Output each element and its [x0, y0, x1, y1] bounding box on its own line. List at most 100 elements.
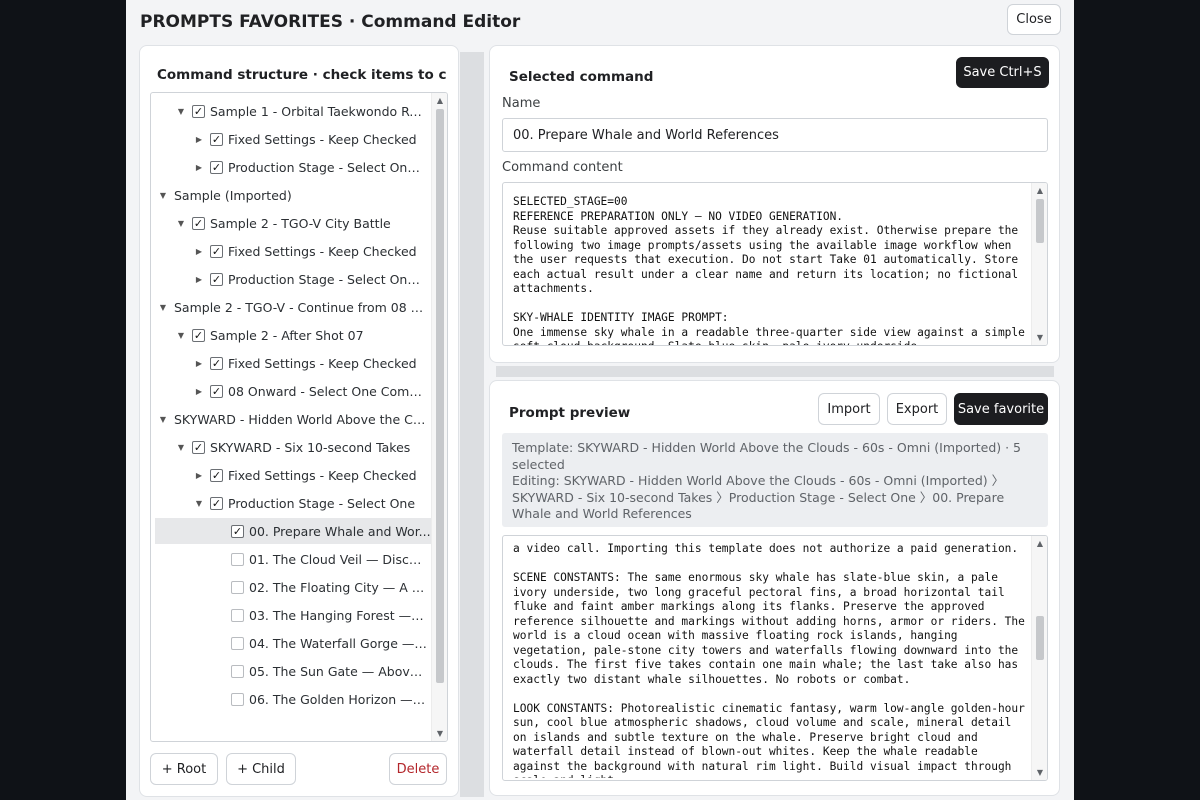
prompt-preview-text[interactable]: a video call. Importing this template do…	[513, 542, 1027, 778]
horizontal-splitter[interactable]	[496, 366, 1054, 377]
tree-item[interactable]: ▼ ✓ SKYWARD - Six 10-second Takes	[151, 434, 427, 460]
tree-item[interactable]: ▶ ✓ Production Stage - Select One,...	[151, 154, 427, 180]
tree-item-checkbox[interactable]: ✓	[210, 132, 223, 146]
tree-item[interactable]: 05. The Sun Gate — Above...	[151, 658, 427, 684]
import-button[interactable]: Import	[818, 393, 880, 425]
tree-item[interactable]: 06. The Golden Horizon — ...	[151, 686, 427, 712]
scroll-down-icon[interactable]: ▼	[1035, 768, 1045, 777]
caret-right-icon[interactable]: ▶	[194, 246, 204, 256]
template-info: Template: SKYWARD - Hidden World Above t…	[502, 433, 1048, 527]
caret-right-icon[interactable]: ▶	[194, 358, 204, 368]
selected-command-title: Selected command	[509, 69, 654, 85]
prompt-preview-scrollbar[interactable]: ▲ ▼	[1031, 536, 1047, 780]
prompt-preview-scroll-thumb[interactable]	[1036, 616, 1044, 660]
tree-item-checkbox[interactable]	[231, 608, 244, 622]
tree-item[interactable]: 01. The Cloud Veil — Disco...	[151, 546, 427, 572]
scroll-up-icon[interactable]: ▲	[435, 96, 445, 105]
tree-item-label: SKYWARD - Hidden World Above the Cl...	[174, 411, 427, 427]
tree-item-label: Fixed Settings - Keep Checked	[228, 243, 417, 259]
caret-right-icon[interactable]: ▶	[194, 162, 204, 172]
prompt-preview-editor[interactable]: a video call. Importing this template do…	[502, 535, 1048, 781]
tree-item[interactable]: 04. The Waterfall Gorge — ...	[151, 630, 427, 656]
tree-item[interactable]: ▶ ✓ Fixed Settings - Keep Checked	[151, 238, 427, 264]
tree-item[interactable]: ✓ 00. Prepare Whale and Wor...	[155, 518, 431, 544]
caret-down-icon[interactable]: ▼	[194, 498, 204, 508]
tree-item[interactable]: ▶ ✓ Production Stage - Select One,...	[151, 266, 427, 292]
delete-button[interactable]: Delete	[389, 753, 447, 785]
tree-item[interactable]: ▼ ✓ Sample 1 - Orbital Taekwondo Ro...	[151, 98, 427, 124]
tree-item[interactable]: ▼ SKYWARD - Hidden World Above the Cl...	[151, 406, 427, 432]
caret-down-icon[interactable]: ▼	[176, 218, 186, 228]
caret-right-icon[interactable]: ▶	[194, 274, 204, 284]
tree-item[interactable]: ▶ ✓ Fixed Settings - Keep Checked	[151, 126, 427, 152]
tree-item-checkbox[interactable]: ✓	[210, 272, 223, 286]
command-structure-title: Command structure · check items to combi…	[157, 67, 447, 83]
save-favorite-button[interactable]: Save favorite	[954, 393, 1048, 425]
add-root-button[interactable]: + Root	[150, 753, 218, 785]
tree-item[interactable]: ▼ ✓ Sample 2 - After Shot 07	[151, 322, 427, 348]
tree-item-checkbox[interactable]: ✓	[192, 104, 205, 118]
name-input[interactable]: 00. Prepare Whale and World References	[502, 118, 1048, 152]
tree-item-checkbox[interactable]	[231, 636, 244, 650]
tree-item[interactable]: ▼ Sample (Imported)	[151, 182, 427, 208]
vertical-splitter[interactable]	[460, 52, 484, 797]
tree-item-checkbox[interactable]	[231, 692, 244, 706]
caret-down-icon[interactable]: ▼	[176, 442, 186, 452]
tree-item-checkbox[interactable]	[231, 664, 244, 678]
tree-item[interactable]: ▼ ✓ Sample 2 - TGO-V City Battle	[151, 210, 427, 236]
command-content-scrollbar[interactable]: ▲ ▼	[1031, 183, 1047, 345]
tree-item[interactable]: 03. The Hanging Forest — ...	[151, 602, 427, 628]
tree-item-label: 05. The Sun Gate — Above...	[249, 663, 427, 679]
dialog-title: PROMPTS FAVORITES · Command Editor	[140, 12, 521, 32]
tree-item-checkbox[interactable]: ✓	[210, 384, 223, 398]
tree-item[interactable]: ▶ ✓ Fixed Settings - Keep Checked	[151, 462, 427, 488]
scroll-up-icon[interactable]: ▲	[1035, 539, 1045, 548]
tree-item-checkbox[interactable]: ✓	[210, 496, 223, 510]
tree-item[interactable]: 02. The Floating City — A P...	[151, 574, 427, 600]
tree-item-checkbox[interactable]: ✓	[192, 328, 205, 342]
command-editor-dialog: PROMPTS FAVORITES · Command Editor Close…	[126, 0, 1074, 800]
tree-item-checkbox[interactable]: ✓	[210, 160, 223, 174]
tree-item-checkbox[interactable]	[231, 552, 244, 566]
tree-item-checkbox[interactable]	[231, 580, 244, 594]
caret-down-icon[interactable]: ▼	[158, 414, 168, 424]
caret-right-icon[interactable]: ▶	[194, 134, 204, 144]
scroll-down-icon[interactable]: ▼	[1035, 333, 1045, 342]
tree-item[interactable]: ▶ ✓ 08 Onward - Select One Comp...	[151, 378, 427, 404]
caret-right-icon[interactable]: ▶	[194, 470, 204, 480]
caret-down-icon[interactable]: ▼	[176, 330, 186, 340]
tree-item-checkbox[interactable]: ✓	[231, 524, 244, 538]
tree-item-checkbox[interactable]: ✓	[192, 440, 205, 454]
scroll-up-icon[interactable]: ▲	[1035, 186, 1045, 195]
add-child-button[interactable]: + Child	[226, 753, 296, 785]
tree-scroll-thumb[interactable]	[436, 109, 444, 683]
caret-down-icon[interactable]: ▼	[158, 190, 168, 200]
tree-item-label: Production Stage - Select One	[228, 495, 416, 511]
close-button[interactable]: Close	[1007, 4, 1061, 35]
tree-item-label: 08 Onward - Select One Comp...	[228, 383, 427, 399]
tree-item-checkbox[interactable]: ✓	[210, 356, 223, 370]
command-content-editor[interactable]: SELECTED_STAGE=00 REFERENCE PREPARATION …	[502, 182, 1048, 346]
command-tree[interactable]: ▼ ✓ Sample 1 - Orbital Taekwondo Ro... ▶ ✓ Fi…	[150, 92, 448, 742]
tree-item-label: 06. The Golden Horizon — ...	[249, 691, 427, 707]
caret-down-icon[interactable]: ▼	[176, 106, 186, 116]
tree-item[interactable]: ▼ ✓ Production Stage - Select One	[151, 490, 427, 516]
tree-item-label: 00. Prepare Whale and Wor...	[249, 523, 431, 539]
scroll-down-icon[interactable]: ▼	[435, 729, 445, 738]
caret-right-icon[interactable]: ▶	[194, 386, 204, 396]
command-content-text[interactable]: SELECTED_STAGE=00 REFERENCE PREPARATION …	[513, 195, 1027, 345]
tree-item-checkbox[interactable]: ✓	[210, 244, 223, 258]
command-content-scroll-thumb[interactable]	[1036, 199, 1044, 243]
tree-item-checkbox[interactable]: ✓	[210, 468, 223, 482]
tree-item-checkbox[interactable]: ✓	[192, 216, 205, 230]
tree-item[interactable]: ▶ ✓ Fixed Settings - Keep Checked	[151, 350, 427, 376]
tree-item-label: 02. The Floating City — A P...	[249, 579, 427, 595]
save-command-button[interactable]: Save Ctrl+S	[956, 57, 1049, 88]
tree-item[interactable]: ▼ Sample 2 - TGO-V - Continue from 08 (..…	[151, 294, 427, 320]
tree-item-label: Fixed Settings - Keep Checked	[228, 467, 417, 483]
caret-down-icon[interactable]: ▼	[158, 302, 168, 312]
tree-item-label: 04. The Waterfall Gorge — ...	[249, 635, 427, 651]
export-button[interactable]: Export	[887, 393, 947, 425]
prompt-preview-title: Prompt preview	[509, 405, 631, 421]
tree-scrollbar[interactable]: ▲ ▼	[431, 93, 447, 741]
